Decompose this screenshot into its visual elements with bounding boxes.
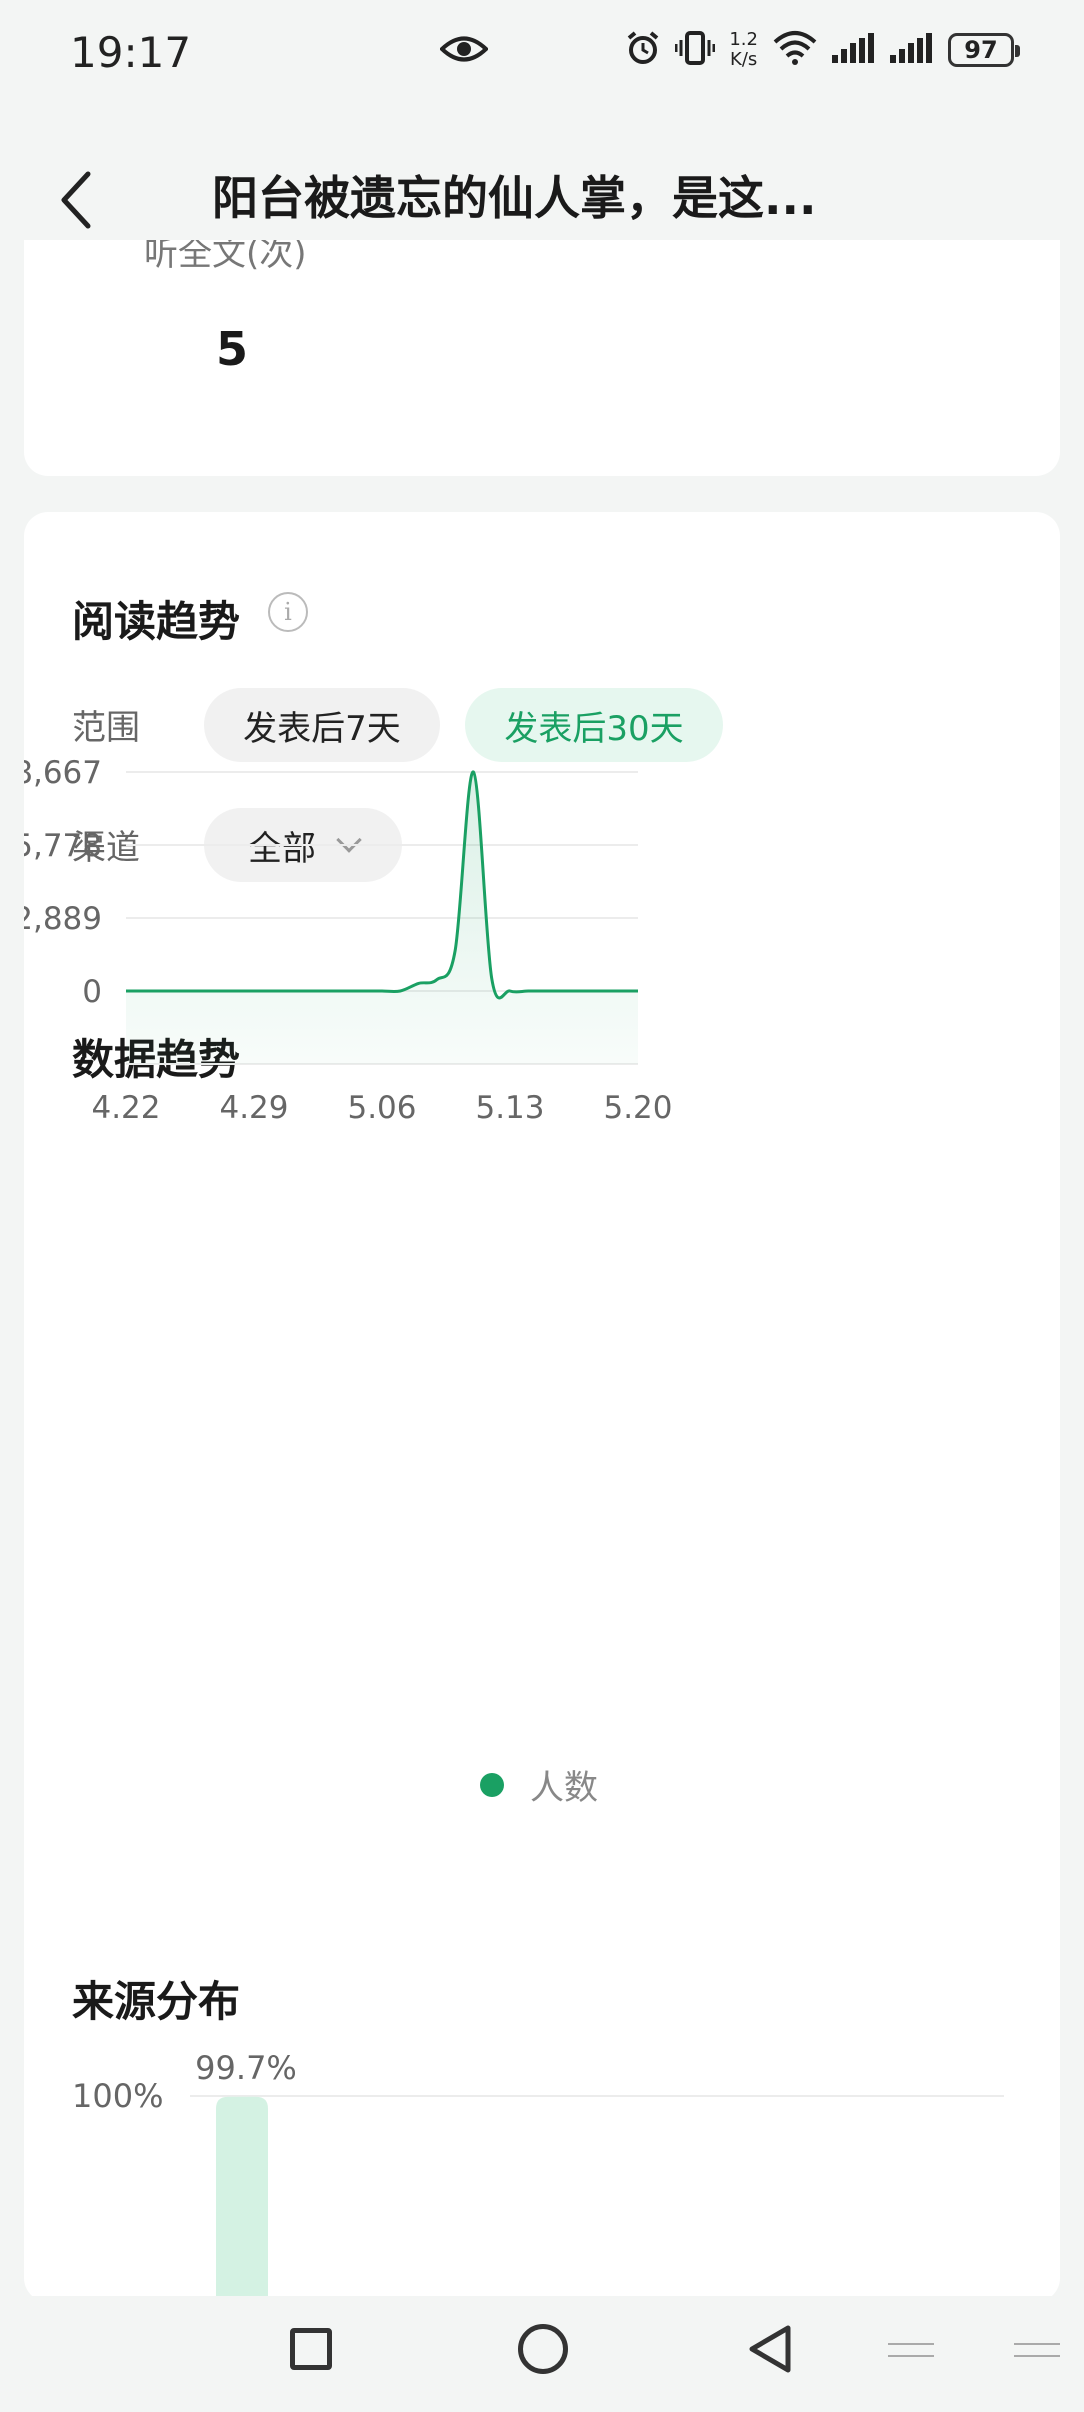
net-speed-value: 1.2 <box>729 29 758 50</box>
legend-label: 人数 <box>530 1768 598 1808</box>
page-title: 阳台被遗忘的仙人掌，是这... <box>212 171 817 225</box>
menu-lines-icon <box>884 2340 1064 2364</box>
stat-card: 听全文(次) 5 <box>24 240 1060 476</box>
y-tick-label: 8,667 <box>24 755 102 791</box>
navigation-bar <box>0 2296 1084 2412</box>
status-time: 19:17 <box>70 28 192 77</box>
y-tick-label: 5,778 <box>24 828 102 864</box>
nav-back-button[interactable] <box>746 2322 794 2380</box>
stat-label: 听全文(次) <box>144 240 307 274</box>
x-tick-label: 4.22 <box>91 1090 160 1126</box>
stat-value: 5 <box>216 322 249 376</box>
legend-dot <box>480 1772 504 1797</box>
back-arrow-icon <box>61 171 91 229</box>
signal-icon-2 <box>890 33 934 67</box>
bar-data-label: 99.7% <box>195 2049 297 2087</box>
x-tick-label: 5.13 <box>475 1090 544 1126</box>
signal-icon <box>832 33 876 67</box>
data-trend-chart: 8,667 5,778 2,889 0 4.22 4.29 5.06 5.13 5.20 <box>24 755 673 1126</box>
net-speed: 1.2 K/s <box>729 30 758 70</box>
eye-icon <box>439 34 489 68</box>
recents-button[interactable] <box>290 2328 332 2370</box>
nav-back-icon <box>749 2325 791 2373</box>
battery-indicator: 97 <box>948 33 1020 67</box>
vibrate-icon <box>674 30 716 70</box>
chart-legend: 人数 <box>480 1760 598 1809</box>
back-button[interactable] <box>52 164 112 234</box>
x-tick-label: 5.20 <box>603 1090 672 1126</box>
wifi-icon <box>772 30 818 70</box>
net-speed-unit: K/s <box>730 49 758 70</box>
series-line <box>125 770 638 1000</box>
home-button[interactable] <box>518 2324 568 2374</box>
y-tick-label: 0 <box>82 974 102 1010</box>
x-tick-label: 5.06 <box>347 1090 416 1126</box>
status-bar: 19:17 1.2 K/s 97 <box>0 0 1084 112</box>
source-bar <box>216 2096 268 2302</box>
y-tick-label: 100% <box>72 2077 163 2115</box>
x-tick-label: 4.29 <box>219 1090 288 1126</box>
source-distribution-chart: 100% 99.7% <box>72 2049 1004 2302</box>
reading-trend-card: 阅读趋势 i 范围 发表后7天 发表后30天 渠道 全部 数据趋势 8,6675… <box>24 512 1060 2302</box>
y-tick-label: 2,889 <box>24 901 102 937</box>
alarm-icon <box>625 30 661 70</box>
status-icons: 1.2 K/s 97 <box>625 30 1020 70</box>
